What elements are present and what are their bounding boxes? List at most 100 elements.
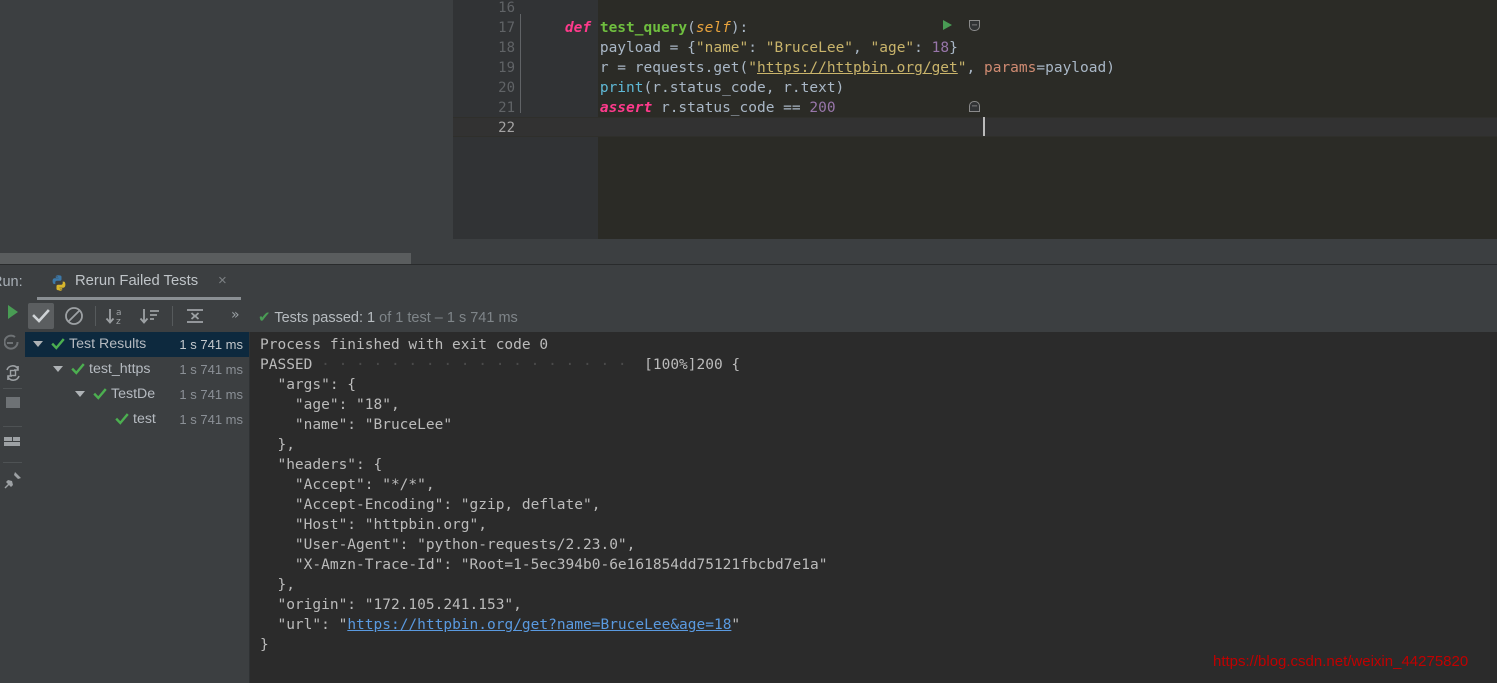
run-console-output[interactable]: Process finished with exit code 0 PASSED … xyxy=(250,332,1497,683)
console-line: "X-Amzn-Trace-Id": "Root=1-5ec394b0-6e16… xyxy=(260,555,828,575)
code-line[interactable] xyxy=(530,118,1497,138)
toolbar-overflow-icon[interactable]: » xyxy=(231,307,240,323)
code-token: " xyxy=(748,60,757,76)
code-line[interactable]: def test_query(self): xyxy=(530,18,1497,38)
expand-collapse-button[interactable] xyxy=(182,303,208,329)
gutter-line-number: 17 xyxy=(498,20,515,36)
console-line: "origin": "172.105.241.153", xyxy=(260,595,521,615)
status-prefix: Tests passed: xyxy=(274,310,368,326)
console-text: "headers": { xyxy=(260,457,383,473)
console-line: } xyxy=(260,635,269,655)
test-status-line: ✔ Tests passed: 1 of 1 test – 1 s 741 ms xyxy=(258,308,518,326)
code-token: assert xyxy=(599,100,653,116)
run-tool-window: Run: Rerun Failed Tests × xyxy=(0,265,1497,683)
test-tree-row[interactable]: test 1 s 741 ms xyxy=(25,407,249,432)
code-token: , xyxy=(853,40,871,56)
pin-tab-icon[interactable] xyxy=(0,467,25,493)
console-text: PASSED xyxy=(260,357,313,373)
code-token: params xyxy=(983,60,1037,76)
test-tree-row[interactable]: Test Results 1 s 741 ms xyxy=(25,332,249,357)
code-token: r.status_code == xyxy=(652,100,810,116)
stop-icon[interactable] xyxy=(0,392,25,418)
show-passed-button[interactable] xyxy=(28,303,54,329)
chevron-down-icon[interactable] xyxy=(75,391,85,397)
code-line[interactable]: r = requests.get("https://httpbin.org/ge… xyxy=(530,58,1497,78)
side-toolbar-divider-1 xyxy=(3,388,22,389)
console-text: "Accept-Encoding": "gzip, deflate", xyxy=(260,497,601,513)
code-token: test_query xyxy=(599,20,688,36)
console-line: PASSED · · · · · · · · · · · · · · · · ·… xyxy=(260,355,740,375)
console-link[interactable]: https://httpbin.org/get?name=BruceLee&ag… xyxy=(347,617,731,633)
console-text: "url": " xyxy=(260,617,348,633)
hide-ignored-button[interactable] xyxy=(61,303,87,329)
code-token: "age" xyxy=(870,40,915,56)
sort-by-duration-button[interactable] xyxy=(137,303,163,329)
side-toolbar-divider-2 xyxy=(3,426,22,427)
chevron-down-icon[interactable] xyxy=(53,366,63,372)
console-text: " xyxy=(731,617,741,633)
code-token: "name" xyxy=(695,40,749,56)
rerun-icon[interactable] xyxy=(0,300,25,326)
test-tree-row[interactable]: TestDe 1 s 741 ms xyxy=(25,382,249,407)
indent-guide xyxy=(530,20,565,36)
code-token: =payload) xyxy=(1036,60,1115,76)
test-tree-row[interactable]: test_https 1 s 741 ms xyxy=(25,357,249,382)
code-token: 18 xyxy=(931,40,950,56)
ide-window: 16 17 18 19 20 21 22 − − def test_query(self):… xyxy=(0,0,1497,683)
run-side-toolbar xyxy=(0,300,25,683)
check-icon xyxy=(115,412,129,426)
code-lines[interactable]: def test_query(self): payload = {"name":… xyxy=(530,0,1497,239)
gutter-line-number: 22 xyxy=(498,120,515,136)
editor-hscrollbar-thumb[interactable] xyxy=(0,253,411,264)
test-tree-label: test_https xyxy=(89,361,151,377)
code-token: (r.status_code, r.text) xyxy=(643,80,845,96)
gutter-line-number: 19 xyxy=(498,60,515,76)
editor-left-empty-area xyxy=(0,0,453,245)
code-line[interactable]: payload = {"name": "BruceLee", "age": 18… xyxy=(530,38,1497,58)
toolbar-divider-1 xyxy=(95,306,96,326)
svg-text:z: z xyxy=(116,317,121,327)
layout-icon[interactable] xyxy=(0,431,25,457)
toggle-auto-test-icon[interactable] xyxy=(0,360,25,386)
code-token: "BruceLee" xyxy=(765,40,854,56)
side-toolbar-divider-3 xyxy=(3,462,22,463)
console-text: [100%]200 { xyxy=(644,357,741,373)
editor-region: 16 17 18 19 20 21 22 − − def test_query(self):… xyxy=(0,0,1497,265)
gutter-line-number: 20 xyxy=(498,80,515,96)
code-token: self xyxy=(695,20,731,36)
console-text: "age": "18", xyxy=(260,397,400,413)
code-line[interactable]: print(r.status_code, r.text) xyxy=(530,78,1497,98)
console-line: }, xyxy=(260,575,294,595)
python-icon xyxy=(50,274,68,292)
console-text: · · · · · · · · · · · · · · · · · · xyxy=(312,357,645,373)
code-token: : xyxy=(748,40,766,56)
close-icon[interactable]: × xyxy=(218,272,227,289)
code-line[interactable] xyxy=(530,0,1497,18)
tab-title[interactable]: Rerun Failed Tests xyxy=(75,273,198,289)
code-editor[interactable]: 16 17 18 19 20 21 22 − − def test_query(self):… xyxy=(453,0,1497,239)
test-tree-label: Test Results xyxy=(69,336,147,352)
code-token[interactable]: https://httpbin.org/get xyxy=(757,60,958,76)
sort-alphabetically-button[interactable]: a z xyxy=(103,303,129,329)
console-text: Process finished with exit code 0 xyxy=(260,337,549,353)
chevron-down-icon[interactable] xyxy=(33,341,43,347)
test-results-tree[interactable]: Test Results 1 s 741 ms test_https 1 s 741 … xyxy=(25,332,249,683)
console-line: "User-Agent": "python-requests/2.23.0", xyxy=(260,535,635,555)
text-caret xyxy=(983,117,985,136)
check-icon: ✔ xyxy=(258,309,271,326)
console-text: "User-Agent": "python-requests/2.23.0", xyxy=(260,537,636,553)
code-token: r = requests.get( xyxy=(599,60,749,76)
console-text: }, xyxy=(260,437,295,453)
console-text: "args": { xyxy=(260,377,357,393)
console-line: "url": "https://httpbin.org/get?name=Bru… xyxy=(260,615,740,635)
console-text: "Accept": "*/*", xyxy=(260,477,435,493)
console-line: "headers": { xyxy=(260,455,382,475)
code-token: ( xyxy=(687,20,696,36)
console-line: "name": "BruceLee" xyxy=(260,415,452,435)
rerun-failed-icon[interactable] xyxy=(0,330,25,356)
run-window-label: Run: xyxy=(0,274,23,290)
test-duration: 1 s 741 ms xyxy=(179,412,243,427)
code-line[interactable]: assert r.status_code == 200 xyxy=(530,98,1497,118)
indent-guide xyxy=(530,60,600,76)
run-tabs-row: Run: Rerun Failed Tests × xyxy=(0,265,1497,300)
